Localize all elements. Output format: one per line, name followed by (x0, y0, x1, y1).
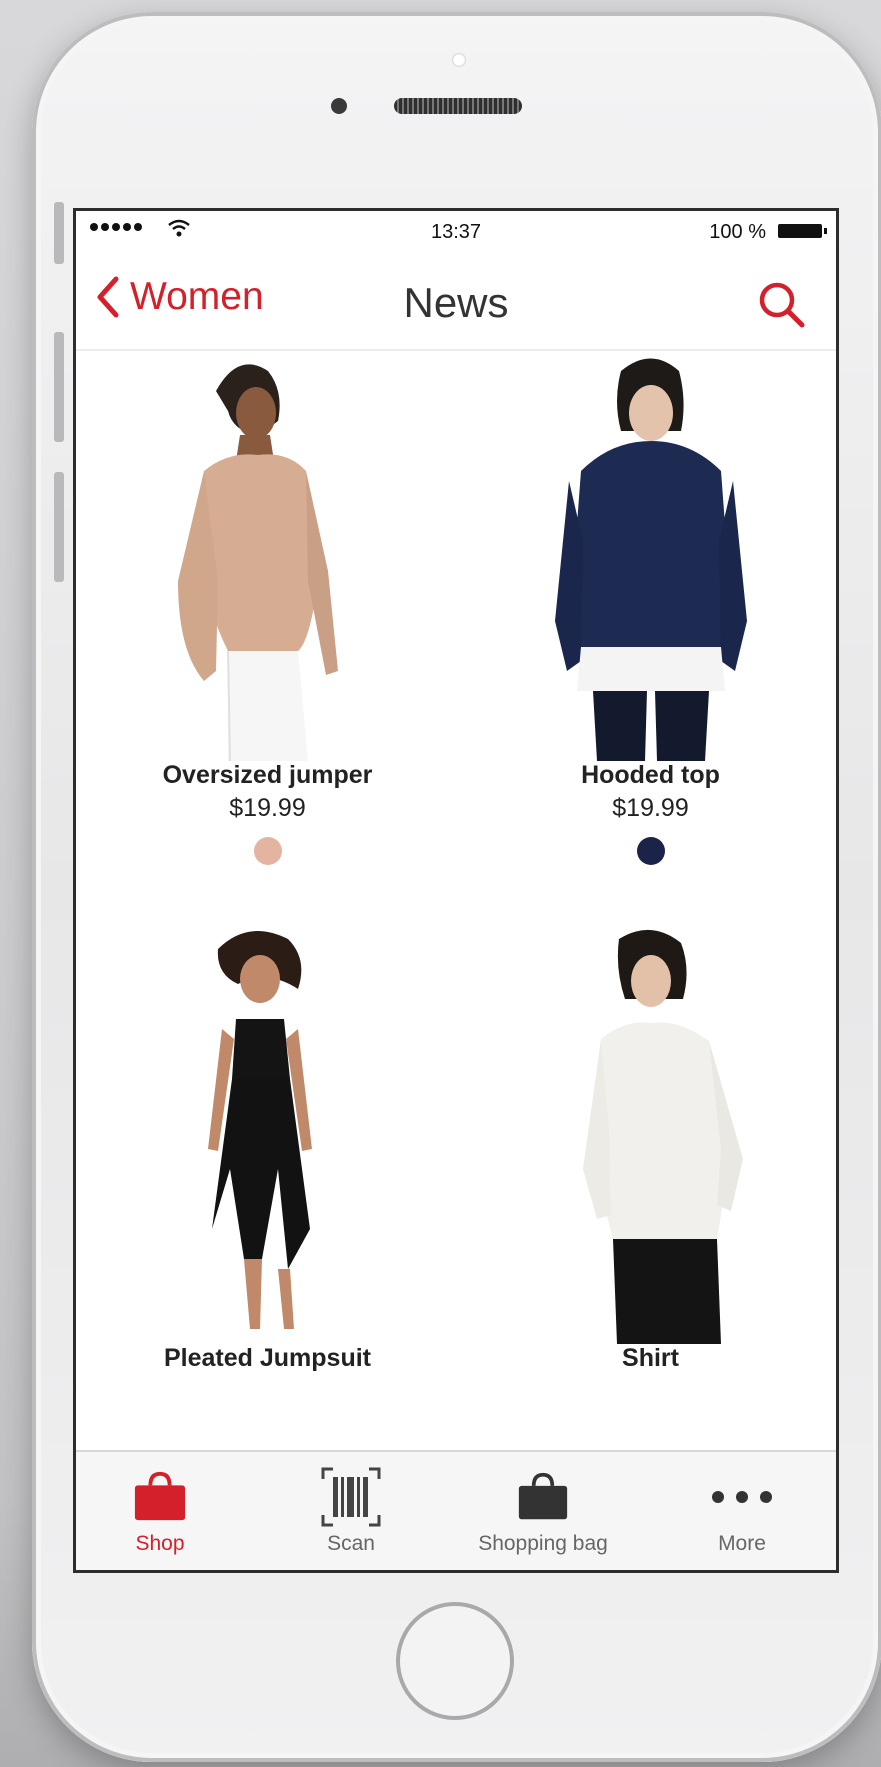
battery-percentage: 100 % (709, 221, 766, 243)
product-price: $19.99 (612, 794, 689, 822)
tab-scan[interactable]: Scan (261, 1462, 441, 1556)
product-grid: Oversized jumper $19.99 Hooded top $19.9… (76, 351, 836, 1461)
product-card[interactable]: Pleated Jumpsuit (76, 929, 459, 1373)
product-name[interactable]: Oversized jumper (76, 761, 459, 790)
volume-up-button (54, 332, 64, 442)
tab-label: Scan (327, 1532, 375, 1555)
search-icon[interactable] (756, 279, 806, 329)
product-name[interactable]: Hooded top (459, 761, 836, 790)
product-card[interactable]: Hooded top $19.99 (459, 351, 836, 865)
tab-label: Shopping bag (478, 1532, 608, 1555)
product-card[interactable]: Oversized jumper $19.99 (76, 351, 459, 865)
product-image[interactable] (138, 929, 398, 1344)
product-image[interactable] (138, 351, 398, 761)
tab-shopping-bag[interactable]: Shopping bag (453, 1462, 633, 1556)
tab-more[interactable]: More (652, 1462, 832, 1556)
tab-shop[interactable]: Shop (76, 1462, 250, 1556)
shopping-bag-icon (518, 1472, 568, 1520)
mute-switch (54, 202, 64, 264)
product-name[interactable]: Pleated Jumpsuit (76, 1344, 459, 1373)
front-camera (331, 98, 347, 114)
color-swatch[interactable] (253, 837, 282, 865)
volume-down-button (54, 472, 64, 582)
product-image[interactable] (521, 351, 781, 761)
earpiece-speaker (394, 98, 522, 114)
tab-label: More (718, 1532, 766, 1555)
app-screen: 13:37 100 % Women News Oversized jumper … (73, 208, 839, 1573)
page-title: News (403, 279, 509, 326)
proximity-sensor (452, 53, 466, 67)
status-bar: 13:37 100 % (76, 211, 836, 253)
more-dots-icon (712, 1491, 772, 1503)
product-card[interactable]: Shirt (459, 929, 836, 1373)
tab-label: Shop (135, 1532, 185, 1555)
product-image[interactable] (521, 929, 781, 1344)
product-price: $19.99 (229, 794, 306, 822)
tab-bar: Shop Scan Shopping bag More (76, 1450, 836, 1570)
battery-icon (778, 224, 827, 238)
home-button[interactable] (396, 1602, 514, 1720)
product-name[interactable]: Shirt (459, 1344, 836, 1373)
navigation-bar: Women News (76, 253, 836, 351)
shopping-bag-filled-icon (134, 1471, 186, 1521)
barcode-scan-icon (321, 1467, 381, 1527)
color-swatch[interactable] (636, 837, 665, 865)
